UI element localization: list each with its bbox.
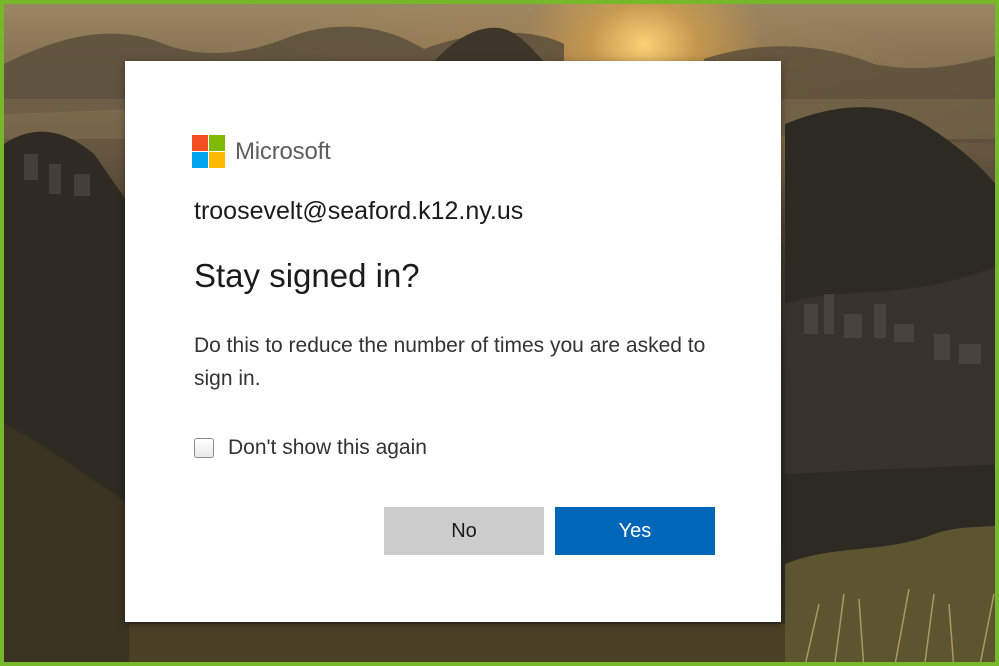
page-title: Stay signed in? xyxy=(194,257,420,294)
dont-show-again-checkbox[interactable] xyxy=(194,438,214,458)
yes-button[interactable]: Yes xyxy=(555,507,715,555)
dont-show-again-option[interactable]: Don't show this again xyxy=(194,436,427,460)
microsoft-brand: Microsoft xyxy=(192,135,331,168)
stay-signed-in-dialog: Microsoft troosevelt@seaford.k12.ny.us S… xyxy=(125,61,781,622)
account-email: troosevelt@seaford.k12.ny.us xyxy=(194,197,524,225)
logo-blue-square xyxy=(192,152,208,168)
microsoft-logo-icon xyxy=(192,135,225,168)
no-button[interactable]: No xyxy=(384,507,544,555)
brand-name: Microsoft xyxy=(235,137,331,165)
logo-red-square xyxy=(192,135,208,151)
logo-green-square xyxy=(209,135,225,151)
dialog-description: Do this to reduce the number of times yo… xyxy=(194,334,706,390)
logo-yellow-square xyxy=(209,152,225,168)
dont-show-again-label[interactable]: Don't show this again xyxy=(228,436,427,460)
